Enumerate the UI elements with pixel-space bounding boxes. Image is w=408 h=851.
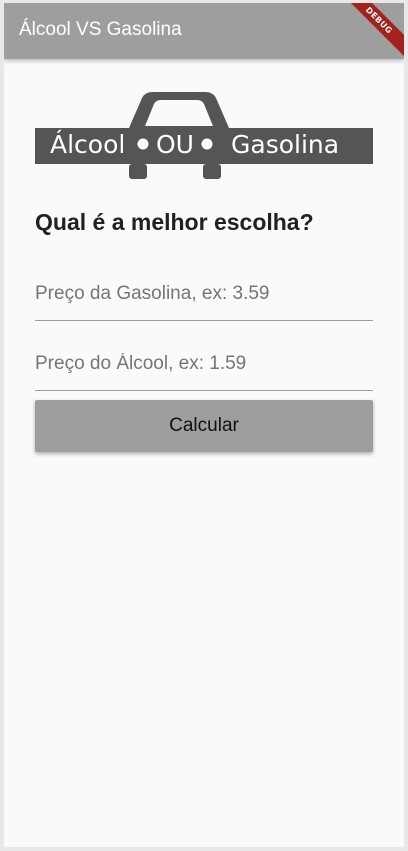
logo-text-alcool: Álcool: [50, 130, 126, 159]
logo-text-gasolina: Gasolina: [231, 130, 340, 159]
app-bar: Álcool VS Gasolina DEBUG: [4, 3, 404, 65]
ethanol-price-input[interactable]: [35, 338, 373, 390]
debug-banner: DEBUG: [334, 3, 404, 65]
app-title: Álcool VS Gasolina: [19, 19, 182, 40]
calculate-button[interactable]: Calcular: [35, 400, 373, 452]
app-logo: Álcool OU Gasolina: [35, 90, 373, 182]
app-screen: Álcool VS Gasolina DEBUG Álcool OU Gasol…: [4, 3, 404, 847]
ethanol-price-field[interactable]: [35, 338, 373, 391]
gasoline-price-input[interactable]: [35, 268, 373, 320]
page-heading: Qual é a melhor escolha?: [35, 209, 314, 235]
gasoline-price-field[interactable]: [35, 268, 373, 321]
logo-text-ou: OU: [156, 130, 194, 159]
